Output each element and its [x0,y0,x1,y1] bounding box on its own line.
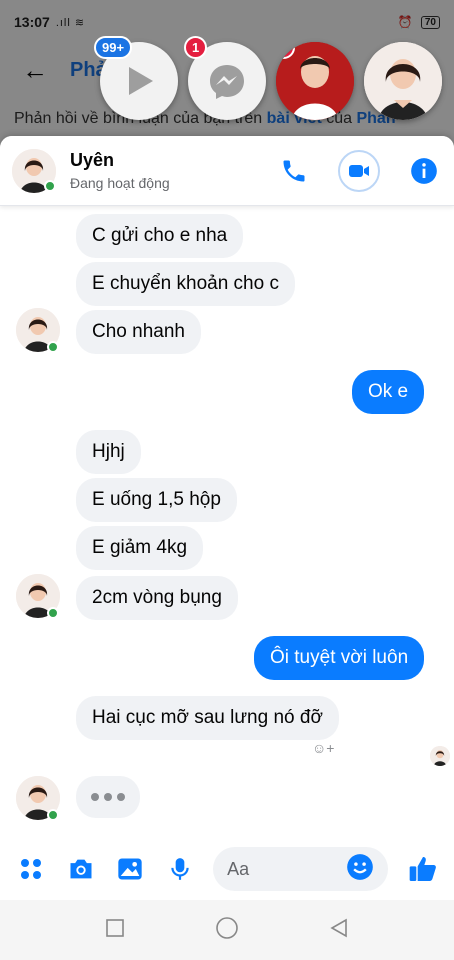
camera-icon[interactable] [64,852,98,886]
chat-head-contact-1[interactable]: 1 [276,42,354,120]
thumbs-up-icon[interactable] [406,852,440,886]
typing-indicator [76,776,140,818]
composer: Aa [0,838,454,900]
home-icon[interactable] [215,916,239,945]
online-indicator [47,341,59,353]
online-indicator [47,607,59,619]
chat-header: Uyên Đang hoạt động [0,136,454,206]
recents-icon[interactable] [105,918,125,943]
online-indicator [44,180,56,192]
message-bubble[interactable]: C gửi cho e nha [76,214,244,258]
message-bubble[interactable]: 2cm vòng bụng [76,576,238,620]
chat-head-contact-2[interactable] [364,42,442,120]
system-nav-bar [0,900,454,960]
smile-icon[interactable] [346,853,374,886]
message-bubble[interactable]: E chuyển khoản cho c [76,262,295,306]
phone-icon[interactable] [276,153,312,189]
contact-name[interactable]: Uyên [70,150,170,171]
message-bubble[interactable]: Hai cục mỡ sau lưng nó đỡ [76,696,339,740]
microphone-icon[interactable] [163,852,197,886]
message-bubble-sent[interactable]: Ôi tuyệt vời luôn [254,636,425,680]
back-icon[interactable] [329,918,349,943]
grid-icon[interactable] [14,852,48,886]
message-input[interactable]: Aa [213,847,389,891]
message-input-placeholder: Aa [227,858,250,879]
image-icon[interactable] [114,852,148,886]
notification-badge: 99+ [94,36,133,59]
message-bubble[interactable]: Cho nhanh [76,310,201,354]
contact-status: Đang hoạt động [70,175,170,191]
online-indicator [47,809,59,821]
message-bubble[interactable]: E uống 1,5 hộp [76,478,237,522]
message-bubble-sent[interactable]: Ok e [352,370,425,414]
video-camera-icon[interactable] [338,149,380,192]
message-bubble[interactable]: Hjhj [76,430,141,474]
message-bubble[interactable]: E giảm 4kg [76,526,204,570]
chat-head-video-app[interactable]: 99+ [94,36,178,120]
notification-badge: 1 [184,36,208,59]
seen-avatar [430,746,450,766]
play-icon [129,67,153,95]
messenger-icon [210,65,244,99]
info-icon[interactable] [406,153,442,189]
avatar-photo [364,42,442,120]
chat-head-messenger[interactable]: 1 [184,36,266,120]
add-reaction-icon[interactable]: ☺+ [312,740,334,756]
